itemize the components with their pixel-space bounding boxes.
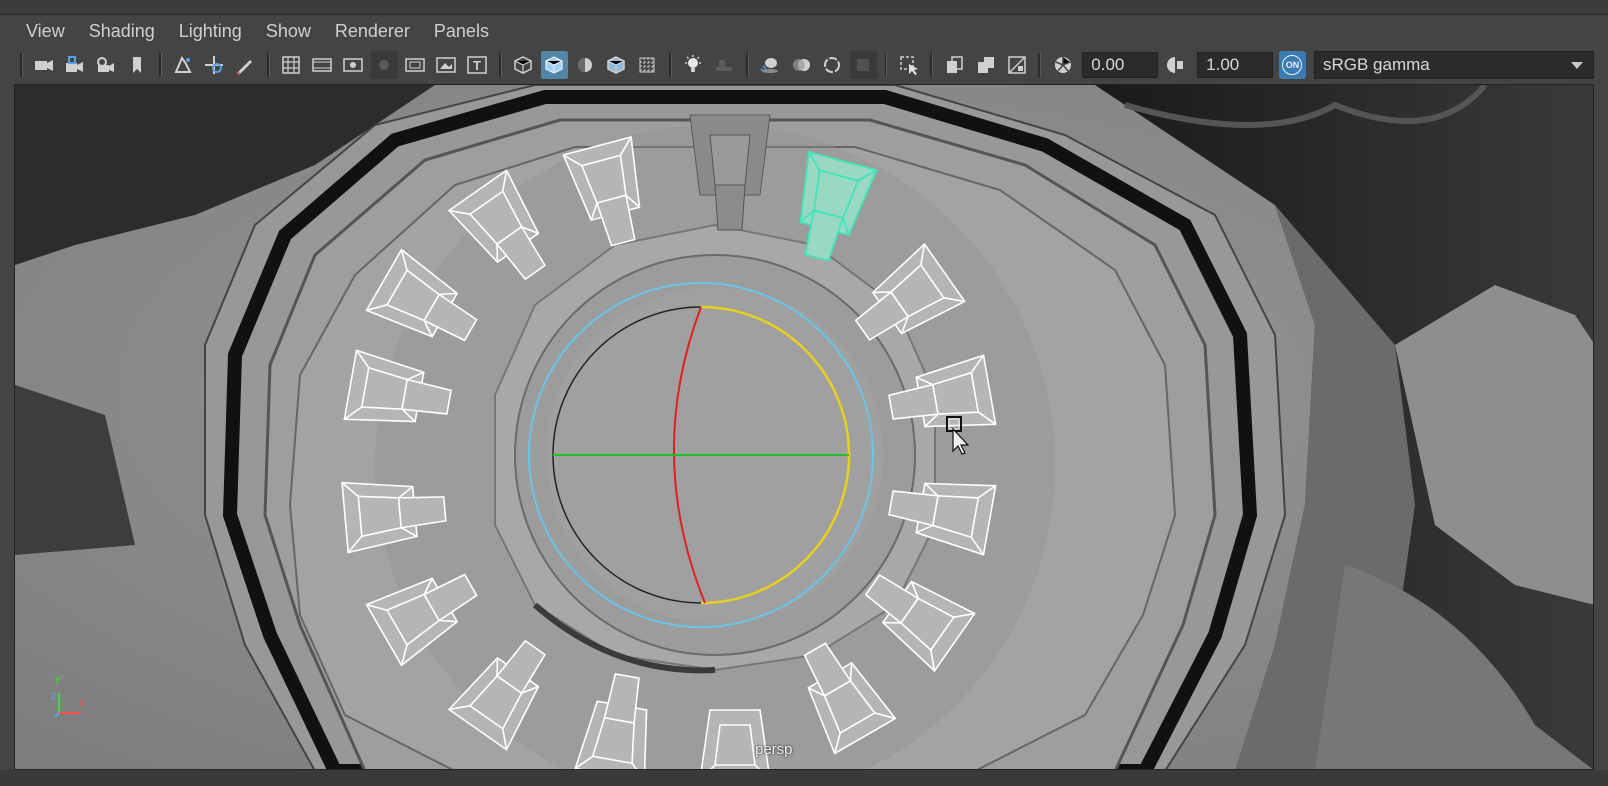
depth-of-field-icon[interactable] bbox=[849, 51, 877, 79]
toolbar-separator bbox=[930, 53, 934, 77]
film-gate-icon[interactable] bbox=[309, 51, 336, 79]
motion-blur-icon[interactable] bbox=[788, 51, 815, 79]
image-plane-icon[interactable] bbox=[170, 51, 197, 79]
2d-pan-zoom-icon[interactable] bbox=[201, 51, 228, 79]
3d-viewport[interactable]: persp y z x bbox=[14, 84, 1594, 770]
panel-bottom-border bbox=[0, 770, 1608, 786]
isolate-select-icon[interactable] bbox=[895, 51, 922, 79]
toolbar-separator bbox=[498, 53, 502, 77]
grease-pencil-icon[interactable] bbox=[232, 51, 259, 79]
wireframe-on-shaded-icon[interactable] bbox=[603, 51, 630, 79]
use-all-lights-icon[interactable] bbox=[680, 51, 707, 79]
gamma-icon[interactable] bbox=[1164, 51, 1191, 79]
toolbar-separator bbox=[20, 53, 23, 77]
multisample-aa-icon[interactable] bbox=[819, 51, 846, 79]
gate-mask-icon[interactable] bbox=[370, 51, 398, 79]
field-chart-icon[interactable] bbox=[402, 51, 429, 79]
exposure-icon[interactable] bbox=[1049, 51, 1076, 79]
toolbar-separator bbox=[1038, 53, 1042, 77]
axis-z-label: z bbox=[51, 690, 57, 702]
toolbar-separator bbox=[745, 53, 749, 77]
screen-space-ao-icon[interactable] bbox=[757, 51, 784, 79]
mouse-cursor-icon bbox=[946, 416, 970, 455]
safe-title-icon[interactable]: T bbox=[464, 51, 491, 79]
toolbar-separator bbox=[158, 53, 162, 77]
xray-icon[interactable] bbox=[634, 51, 661, 79]
svg-text:T: T bbox=[473, 58, 481, 73]
color-space-value: sRGB gamma bbox=[1322, 55, 1430, 74]
shadows-icon[interactable] bbox=[711, 51, 738, 79]
camera-attributes-icon[interactable] bbox=[93, 51, 120, 79]
wireframe-icon[interactable] bbox=[510, 51, 537, 79]
xray-joints-icon[interactable] bbox=[941, 51, 968, 79]
menu-shading[interactable]: Shading bbox=[77, 16, 167, 46]
default-material-icon[interactable] bbox=[572, 51, 599, 79]
exposure-field[interactable]: 0.00 bbox=[1082, 52, 1159, 78]
color-management-badge: ON bbox=[1282, 55, 1303, 75]
toolbar-separator bbox=[668, 53, 672, 77]
textures-icon[interactable] bbox=[1003, 51, 1030, 79]
menu-renderer[interactable]: Renderer bbox=[323, 16, 422, 46]
menu-lighting[interactable]: Lighting bbox=[167, 16, 254, 46]
panel-top-border bbox=[0, 0, 1608, 15]
maya-viewport-panel: View Shading Lighting Show Renderer Pane… bbox=[0, 0, 1608, 786]
viewport-scene bbox=[15, 85, 1593, 769]
menu-view[interactable]: View bbox=[14, 16, 77, 46]
resolution-gate-icon[interactable] bbox=[340, 51, 367, 79]
chevron-down-icon bbox=[1571, 62, 1584, 69]
axis-x-label: x bbox=[79, 697, 85, 709]
axis-y-label: y bbox=[55, 673, 61, 685]
camera-name-label: persp bbox=[755, 741, 793, 758]
gamma-field[interactable]: 1.00 bbox=[1197, 52, 1273, 78]
panel-toolbar: T 0.00 1.00 ON sRGB gamma bbox=[14, 47, 1595, 83]
grid-icon[interactable] bbox=[278, 51, 305, 79]
lock-camera-icon[interactable] bbox=[62, 51, 89, 79]
toolbar-separator bbox=[884, 53, 888, 77]
bookmark-icon[interactable] bbox=[124, 51, 151, 79]
menu-panels[interactable]: Panels bbox=[422, 16, 501, 46]
panel-menu-bar: View Shading Lighting Show Renderer Pane… bbox=[14, 15, 1594, 47]
toolbar-separator bbox=[266, 53, 270, 77]
smooth-shade-icon[interactable] bbox=[540, 51, 568, 79]
menu-show[interactable]: Show bbox=[254, 16, 323, 46]
safe-action-icon[interactable] bbox=[433, 51, 460, 79]
select-camera-icon[interactable] bbox=[31, 51, 58, 79]
color-space-dropdown[interactable]: sRGB gamma bbox=[1313, 51, 1595, 79]
color-management-icon[interactable]: ON bbox=[1278, 51, 1306, 79]
xray-active-components-icon[interactable] bbox=[972, 51, 999, 79]
